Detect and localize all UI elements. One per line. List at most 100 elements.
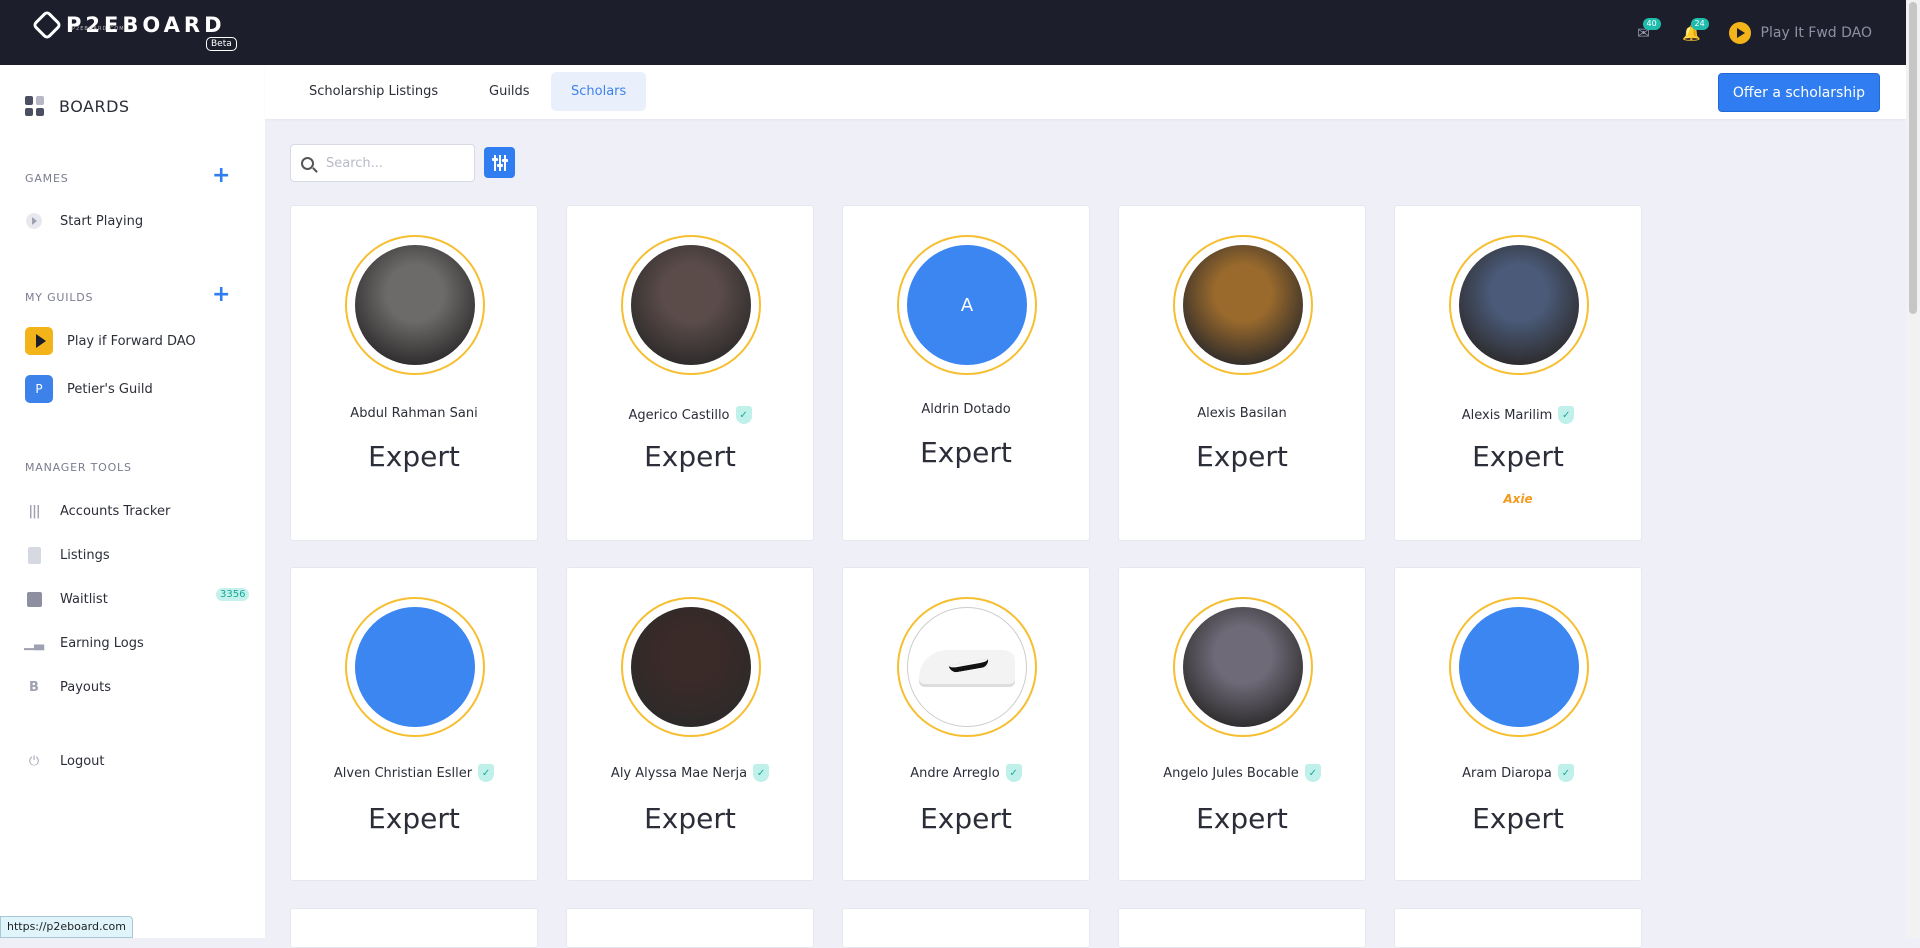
avatar — [631, 245, 751, 365]
tab-scholars[interactable]: Scholars — [551, 72, 647, 111]
scholar-card[interactable]: Alexis Basilan Expert — [1118, 205, 1366, 541]
scholar-card[interactable]: Alven Christian Esller ✓ Expert — [290, 567, 538, 881]
sidebar-item-listings[interactable]: Listings — [25, 546, 110, 564]
bar-chart-icon: ▁▃ — [24, 635, 44, 651]
notification-count-badge: 24 — [1690, 17, 1709, 30]
avatar-ring — [345, 597, 485, 737]
scholar-card[interactable]: Angelo Jules Bocable ✓ Expert — [1118, 567, 1366, 881]
sidebar-item-label: Payouts — [60, 679, 111, 695]
scholar-card[interactable]: Aram Diaropa ✓ Expert — [1394, 567, 1642, 881]
guild-avatar[interactable] — [1728, 21, 1751, 44]
avatar — [355, 607, 475, 727]
scholar-card[interactable] — [290, 908, 538, 948]
boards-header[interactable]: BOARDS — [25, 96, 130, 116]
sidebar: BOARDS GAMES + Start Playing MY GUILDS +… — [0, 65, 265, 938]
verified-shield-icon: ✓ — [1005, 764, 1022, 782]
waitlist-count-badge: 3356 — [216, 588, 250, 601]
scholar-card[interactable]: Abdul Rahman Sani Expert — [290, 205, 538, 541]
boards-label: BOARDS — [59, 96, 130, 116]
sidebar-guild-label: Play if Forward DAO — [67, 333, 196, 349]
scholar-card[interactable]: Alexis Marilim ✓ Expert Axie — [1394, 205, 1642, 541]
filter-button[interactable] — [484, 147, 515, 178]
scholar-name-text: Aram Diaropa — [1462, 765, 1552, 781]
search-box — [290, 144, 475, 182]
scholar-name[interactable]: Alexis Basilan — [1119, 406, 1365, 421]
scholar-name[interactable]: Alexis Marilim ✓ — [1395, 406, 1641, 424]
sidebar-guild-play-if-forward[interactable]: Play if Forward DAO — [25, 327, 196, 355]
sidebar-guild-petiers[interactable]: P Petier's Guild — [25, 375, 153, 403]
scholar-level: Expert — [368, 802, 460, 835]
avatar-ring — [1449, 235, 1589, 375]
power-icon: ⏻ — [28, 753, 40, 769]
current-guild-name[interactable]: Play It Fwd DAO — [1761, 25, 1872, 41]
avatar-ring — [1173, 597, 1313, 737]
scholar-name[interactable]: Andre Arreglo ✓ — [843, 764, 1089, 782]
sidebar-item-waitlist[interactable]: Waitlist — [25, 590, 108, 608]
scholar-card[interactable] — [566, 908, 814, 948]
scholar-name[interactable]: Agerico Castillo ✓ — [567, 406, 813, 424]
scholar-name[interactable]: Aldrin Dotado — [843, 402, 1089, 417]
scholar-level: Expert — [1196, 440, 1288, 473]
avatar — [907, 607, 1027, 727]
verified-shield-icon: ✓ — [1558, 406, 1575, 424]
scholar-card[interactable]: A Aldrin Dotado Expert — [842, 205, 1090, 541]
sidebar-item-label: Start Playing — [60, 213, 144, 229]
avatar — [1183, 245, 1303, 365]
scholar-name[interactable]: Alven Christian Esller ✓ — [291, 764, 537, 782]
scholar-card[interactable]: Agerico Castillo ✓ Expert — [566, 205, 814, 541]
avatar — [631, 607, 751, 727]
scholar-name-text: Alexis Marilim — [1461, 407, 1553, 423]
scrollbar-thumb[interactable] — [1909, 2, 1917, 314]
scholar-level: Expert — [1472, 440, 1564, 473]
scholar-name[interactable]: Abdul Rahman Sani — [291, 406, 537, 421]
scholar-name[interactable]: Aram Diaropa ✓ — [1395, 764, 1641, 782]
sidebar-item-start-playing[interactable]: Start Playing — [25, 212, 143, 230]
offer-scholarship-button[interactable]: Offer a scholarship — [1717, 73, 1880, 112]
brand-logo[interactable]: P2EBOARD — [31, 9, 226, 41]
add-game-plus-icon[interactable]: + — [212, 165, 230, 187]
scholar-card[interactable] — [842, 908, 1090, 948]
avatar — [1183, 607, 1303, 727]
axie-game-logo: Axie — [1503, 492, 1533, 506]
guild-initial-icon: P — [25, 375, 53, 403]
scholar-name-text: Aldrin Dotado — [921, 402, 1011, 417]
boards-grid-icon — [25, 96, 45, 116]
scholar-level: Expert — [644, 440, 736, 473]
user-badge-icon — [25, 590, 43, 608]
scholar-card[interactable]: Aly Alyssa Mae Nerja ✓ Expert — [566, 567, 814, 881]
avatar-ring — [621, 235, 761, 375]
scholar-name[interactable]: Aly Alyssa Mae Nerja ✓ — [567, 764, 813, 782]
scholar-name[interactable]: Angelo Jules Bocable ✓ — [1119, 764, 1365, 782]
sidebar-item-payouts[interactable]: B Payouts — [25, 678, 111, 696]
tab-guilds[interactable]: Guilds — [469, 72, 550, 111]
scholar-level: Expert — [1472, 802, 1564, 835]
sidebar-item-earning-logs[interactable]: ▁▃ Earning Logs — [24, 634, 144, 652]
mail-count-badge: 40 — [1642, 17, 1661, 30]
avatar — [1459, 607, 1579, 727]
scholar-name-text: Alexis Basilan — [1197, 406, 1287, 421]
beta-badge: Beta — [206, 37, 237, 51]
verified-shield-icon: ✓ — [1304, 764, 1321, 782]
scholar-card[interactable]: Andre Arreglo ✓ Expert — [842, 567, 1090, 881]
sidebar-item-label: Waitlist — [60, 591, 108, 607]
mail-icon[interactable]: ✉ 40 — [1633, 17, 1661, 44]
logout-button[interactable]: ⏻ Logout — [25, 752, 105, 770]
sidebar-item-label: Earning Logs — [60, 635, 144, 651]
scholar-card[interactable] — [1394, 908, 1642, 948]
scholar-level: Expert — [644, 802, 736, 835]
bell-icon[interactable]: 🔔 24 — [1681, 17, 1709, 44]
scholar-card[interactable] — [1118, 908, 1366, 948]
add-guild-plus-icon[interactable]: + — [212, 284, 230, 306]
sidebar-item-label: Listings — [60, 547, 110, 563]
scholar-level: Expert — [920, 436, 1012, 469]
search-input[interactable] — [326, 155, 466, 171]
sidebar-item-accounts-tracker[interactable]: ||| Accounts Tracker — [25, 502, 170, 520]
scholar-level: Expert — [1196, 802, 1288, 835]
tabs-bar: Scholarship Listings Guilds Scholars Off… — [265, 65, 1906, 119]
tab-scholarship-listings[interactable]: Scholarship Listings — [289, 72, 458, 111]
avatar-ring — [345, 235, 485, 375]
scholar-name-text: Andre Arreglo — [910, 765, 1000, 781]
verified-shield-icon: ✓ — [735, 406, 752, 424]
scholar-name-text: Aly Alyssa Mae Nerja — [610, 765, 748, 781]
scrollbar[interactable] — [1906, 0, 1920, 938]
